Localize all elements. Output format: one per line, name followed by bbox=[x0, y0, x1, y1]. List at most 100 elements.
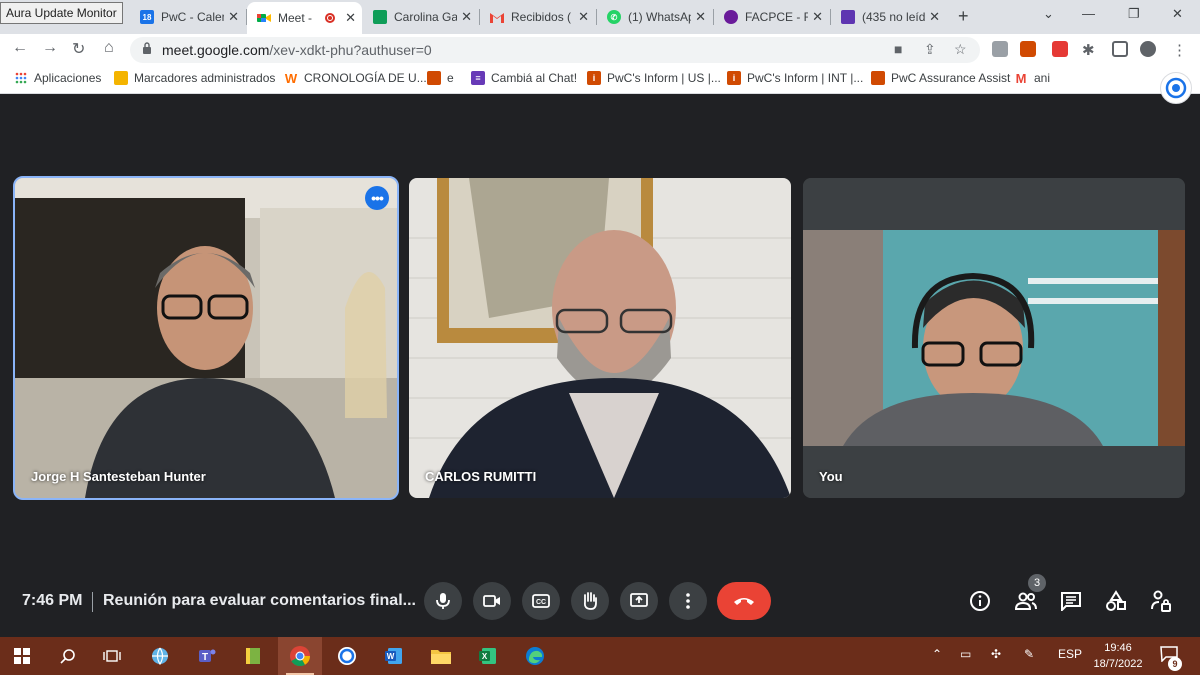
clock-time: 19:46 bbox=[1104, 642, 1132, 654]
minimize-button[interactable]: — bbox=[1082, 6, 1095, 21]
present-screen-button[interactable] bbox=[620, 582, 658, 620]
gmail-icon: M bbox=[1015, 70, 1027, 86]
url-text: meet.google.com/xev-xdkt-phu?authuser=0 bbox=[162, 42, 432, 58]
start-button[interactable] bbox=[0, 637, 44, 675]
tab-mail[interactable]: (435 no leíd ✕ bbox=[831, 4, 946, 30]
pen-icon[interactable]: ✎ bbox=[1024, 647, 1034, 661]
taskbar-app-globe[interactable] bbox=[138, 637, 182, 675]
camera-button[interactable] bbox=[473, 582, 511, 620]
participant-tile-you[interactable]: You bbox=[803, 178, 1185, 498]
bookmark-managed[interactable]: Marcadores administrados bbox=[114, 71, 275, 85]
bookmark-star-icon[interactable]: ☆ bbox=[954, 41, 967, 58]
search-button[interactable] bbox=[46, 637, 90, 675]
profile-avatar[interactable] bbox=[1140, 41, 1156, 57]
excel-icon: X bbox=[479, 648, 496, 664]
people-icon bbox=[1014, 592, 1037, 610]
restore-button[interactable]: ❐ bbox=[1128, 6, 1140, 22]
forward-button[interactable]: → bbox=[42, 39, 58, 57]
activities-button[interactable] bbox=[1103, 588, 1129, 614]
bookmark-label: PwC's Inform | INT |... bbox=[747, 71, 864, 85]
reload-button[interactable]: ↻ bbox=[72, 39, 85, 59]
close-window-button[interactable]: ✕ bbox=[1172, 6, 1183, 22]
tooltip: Aura Update Monitor bbox=[0, 2, 123, 24]
show-hidden-icons[interactable]: ⌃ bbox=[932, 647, 942, 661]
camera-icon[interactable]: ■ bbox=[894, 41, 902, 57]
meet-icon bbox=[257, 11, 271, 25]
bookmark-label: Cambiá al Chat! bbox=[491, 71, 578, 85]
dropbox-icon[interactable]: ✣ bbox=[991, 647, 1001, 661]
bookmark-pwc-int[interactable]: i PwC's Inform | INT |... bbox=[727, 71, 863, 85]
participant-tile-carlos[interactable]: CARLOS RUMITTI bbox=[409, 178, 791, 498]
tab-search-icon[interactable]: ⌄ bbox=[1043, 6, 1054, 22]
tab-chat[interactable]: Carolina Ga ✕ bbox=[363, 4, 478, 30]
raise-hand-button[interactable] bbox=[571, 582, 609, 620]
home-button[interactable]: ⌂ bbox=[104, 39, 114, 57]
input-language[interactable]: ESP bbox=[1058, 647, 1082, 661]
folder-icon bbox=[114, 71, 128, 85]
meeting-clock: 7:46 PM bbox=[22, 592, 83, 609]
taskbar-app-word[interactable]: W bbox=[372, 637, 416, 675]
bookmark-ani[interactable]: M ani bbox=[1014, 70, 1050, 86]
whatsapp-icon: ✆ bbox=[607, 10, 621, 24]
video-camera-icon bbox=[483, 595, 500, 607]
bookmark-apps[interactable]: Aplicaciones bbox=[14, 71, 101, 85]
taskbar-app-excel[interactable]: X bbox=[466, 637, 510, 675]
participant-video bbox=[15, 178, 397, 498]
tab-whatsapp[interactable]: ✆ (1) WhatsAp ✕ bbox=[597, 4, 712, 30]
close-icon[interactable]: ✕ bbox=[695, 9, 706, 25]
tab-calendar[interactable]: 18 PwC - Calen ✕ bbox=[130, 4, 245, 30]
close-icon[interactable]: ✕ bbox=[461, 9, 472, 25]
tab-meet[interactable]: Meet - ✕ bbox=[247, 2, 362, 34]
tab-facpce[interactable]: FACPCE - F ✕ bbox=[714, 4, 829, 30]
pwc-extension-icon[interactable] bbox=[1020, 41, 1036, 57]
bookmark-pwc-us[interactable]: i PwC's Inform | US |... bbox=[587, 71, 721, 85]
participant-tile-jorge[interactable]: ••• Jorge H Santesteban Hunter bbox=[13, 176, 399, 500]
close-icon[interactable]: ✕ bbox=[228, 9, 239, 25]
menu-icon[interactable]: ⋮ bbox=[1172, 41, 1188, 59]
chat-bubble-extension-icon[interactable] bbox=[1160, 72, 1192, 104]
more-options-button[interactable] bbox=[669, 582, 707, 620]
windows-icon bbox=[14, 648, 30, 664]
taskbar-app-chrome[interactable] bbox=[278, 637, 322, 675]
tab-gmail[interactable]: Recibidos ( ✕ bbox=[480, 4, 595, 30]
close-icon[interactable]: ✕ bbox=[345, 10, 356, 26]
chat-button[interactable] bbox=[1058, 588, 1084, 614]
taskbar-app-edge[interactable] bbox=[513, 637, 557, 675]
taskbar-app-notes[interactable] bbox=[231, 637, 275, 675]
taskbar-app-chat-extension[interactable] bbox=[325, 637, 369, 675]
taskbar-app-teams[interactable]: T bbox=[185, 637, 229, 675]
gmail-icon bbox=[490, 10, 504, 24]
host-controls-button[interactable] bbox=[1148, 588, 1174, 614]
microphone-button[interactable] bbox=[424, 582, 462, 620]
system-clock[interactable]: 19:46 18/7/2022 bbox=[1088, 640, 1148, 672]
participant-name: Jorge H Santesteban Hunter bbox=[31, 469, 206, 484]
notification-count-badge: 9 bbox=[1168, 657, 1182, 671]
share-icon[interactable]: ⇪ bbox=[924, 41, 936, 58]
battery-icon[interactable]: ▭ bbox=[960, 647, 971, 661]
close-icon[interactable]: ✕ bbox=[929, 9, 940, 25]
task-view-button[interactable] bbox=[90, 637, 134, 675]
address-bar[interactable]: meet.google.com/xev-xdkt-phu?authuser=0 … bbox=[130, 37, 980, 63]
captions-button[interactable]: CC bbox=[522, 582, 560, 620]
side-panel-icon[interactable] bbox=[1112, 41, 1128, 57]
back-button[interactable]: ← bbox=[12, 39, 28, 57]
meeting-title[interactable]: Reunión para evaluar comentarios final..… bbox=[103, 592, 416, 610]
meeting-details-button[interactable] bbox=[967, 588, 993, 614]
more-options-icon[interactable]: ••• bbox=[365, 186, 389, 210]
folder-icon bbox=[431, 650, 451, 664]
extension-icon[interactable] bbox=[992, 41, 1008, 57]
svg-text:W: W bbox=[387, 652, 395, 661]
acrobat-icon[interactable] bbox=[1052, 41, 1068, 57]
new-tab-button[interactable]: + bbox=[958, 6, 969, 27]
bookmark-e[interactable]: e bbox=[427, 71, 454, 85]
bookmark-chat[interactable]: ≡ Cambiá al Chat! bbox=[471, 71, 577, 85]
captions-icon: CC bbox=[532, 594, 550, 608]
leave-call-button[interactable] bbox=[717, 582, 771, 620]
puzzle-icon[interactable]: ✱ bbox=[1082, 41, 1098, 59]
close-icon[interactable]: ✕ bbox=[812, 9, 823, 25]
lock-person-icon bbox=[1151, 590, 1171, 612]
close-icon[interactable]: ✕ bbox=[578, 9, 589, 25]
taskbar-app-explorer[interactable] bbox=[419, 637, 463, 675]
bookmark-assurance[interactable]: PwC Assurance Assist bbox=[871, 71, 1010, 85]
bookmark-cronologia[interactable]: W CRONOLOGÍA DE U... bbox=[284, 71, 427, 86]
